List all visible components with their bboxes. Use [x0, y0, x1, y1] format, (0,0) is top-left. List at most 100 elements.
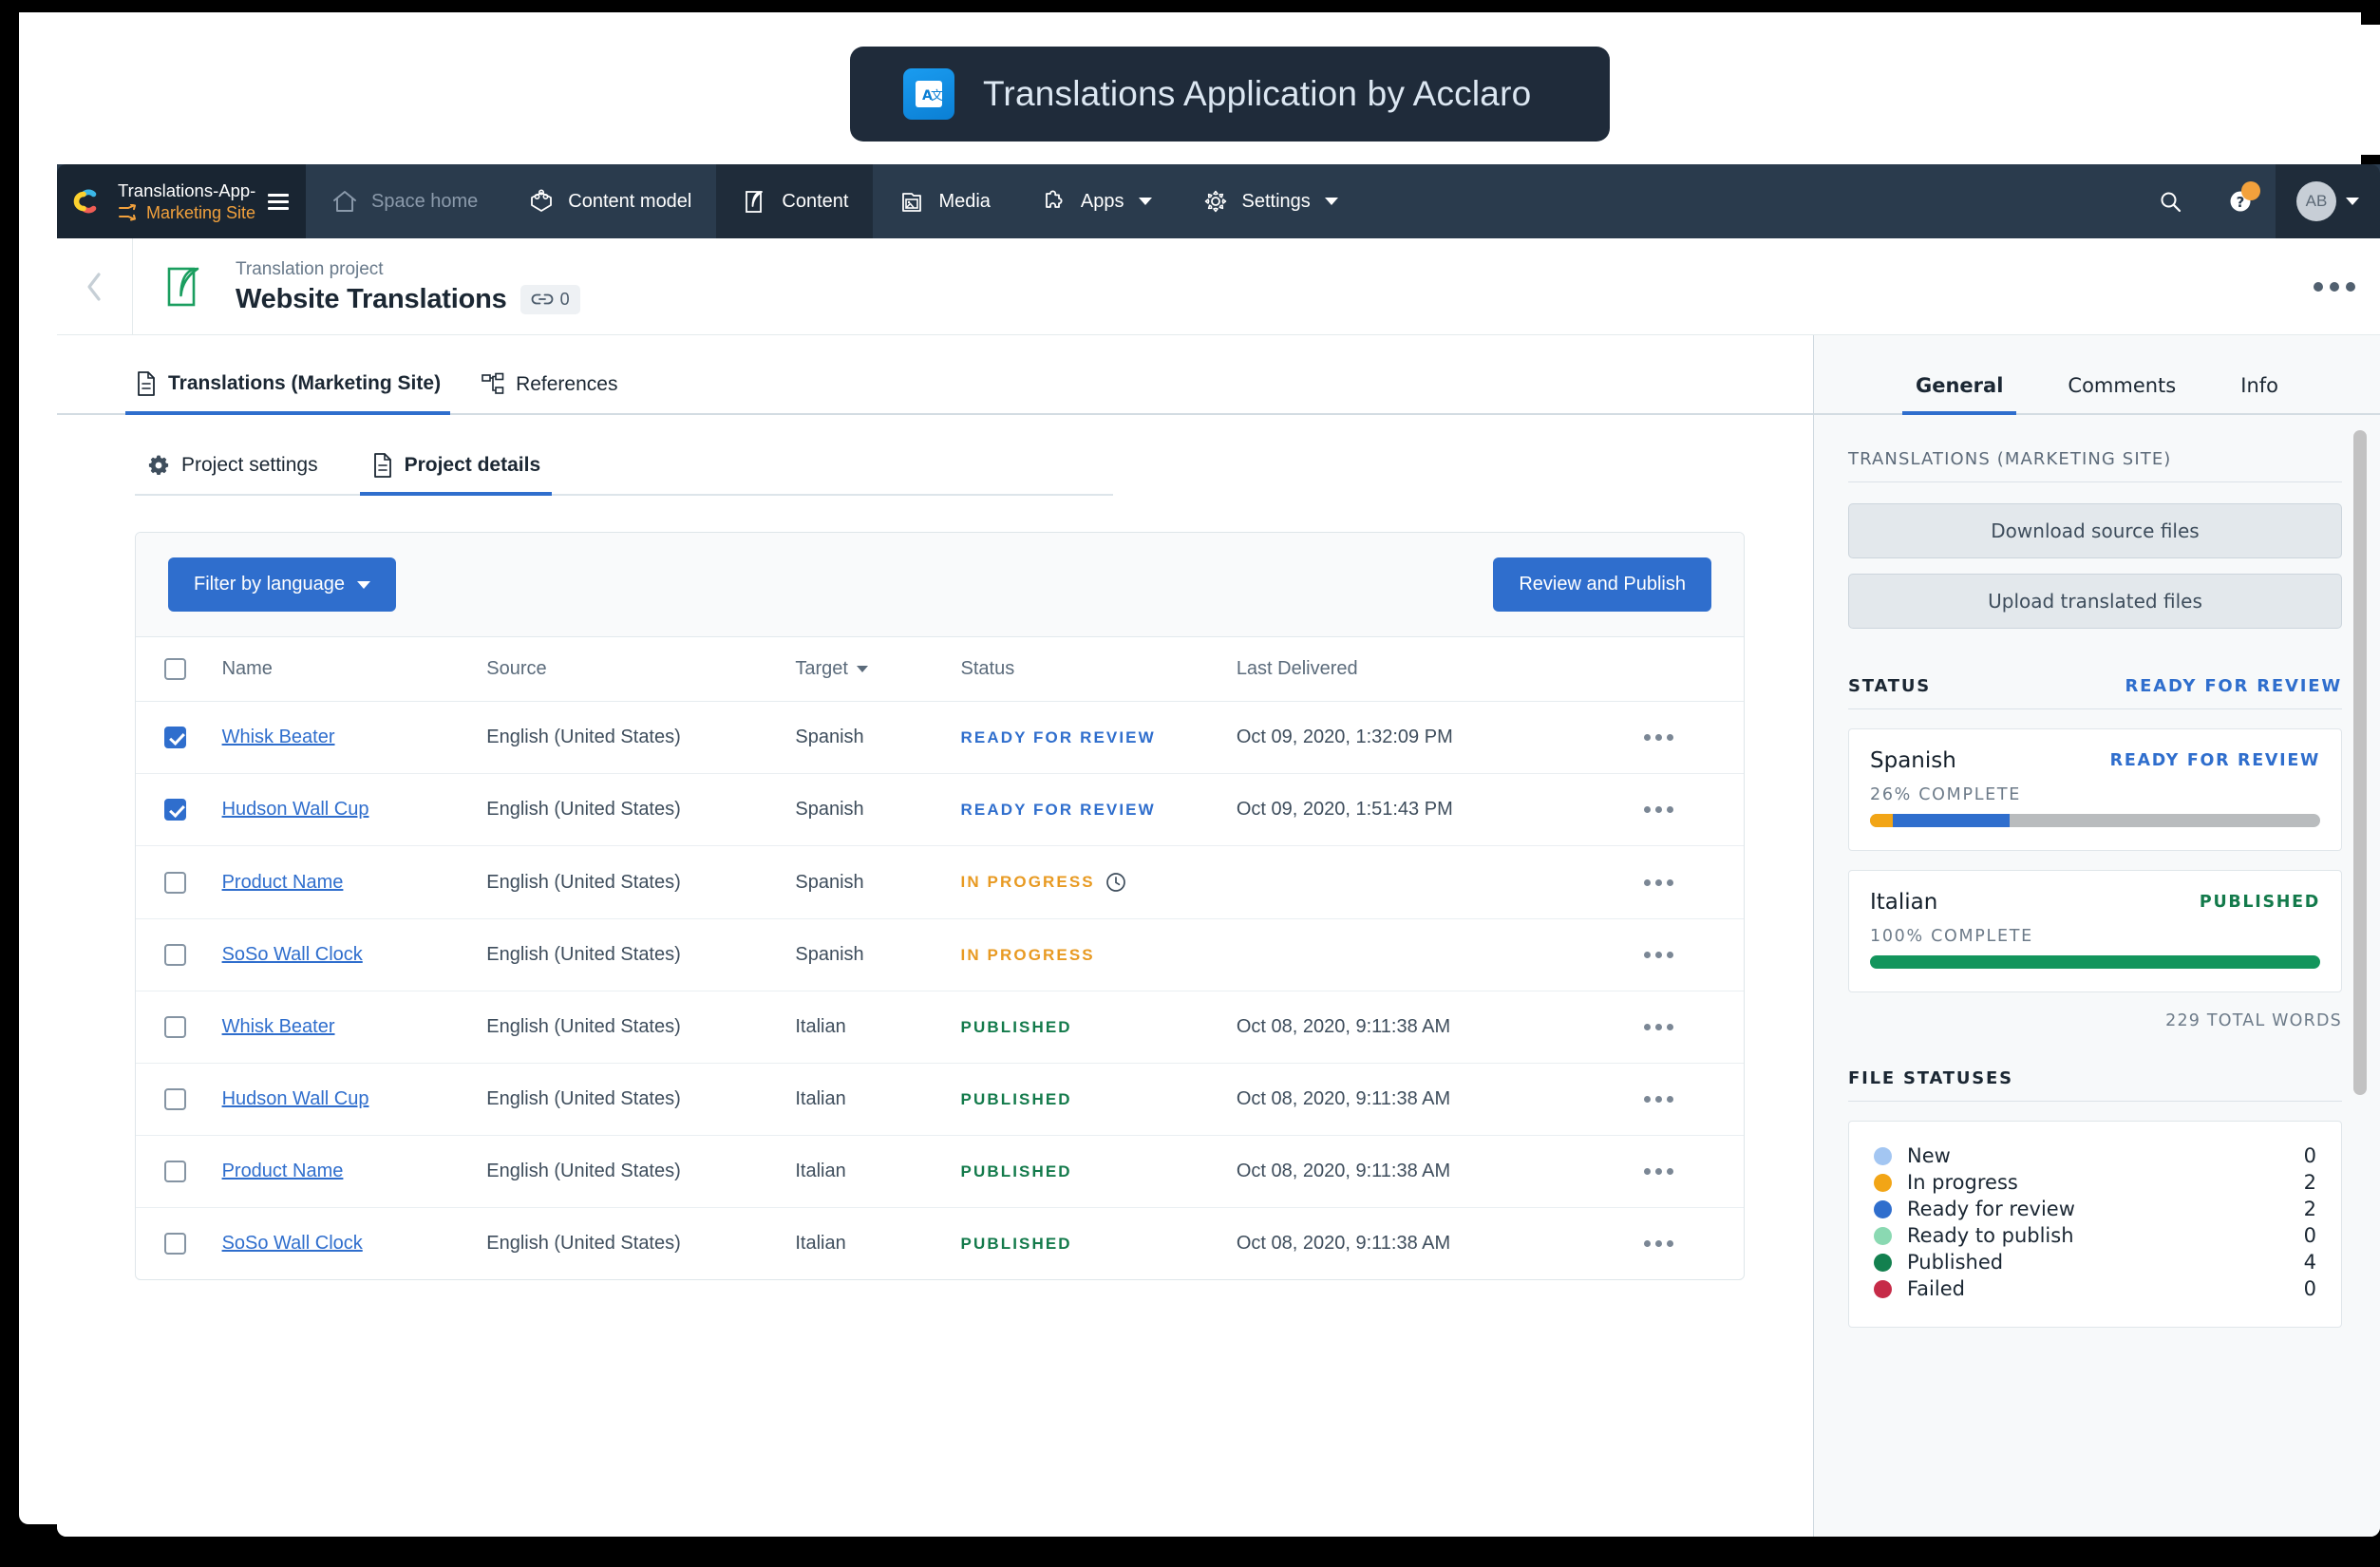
document-icon	[138, 371, 155, 396]
nav-item-settings[interactable]: Settings	[1177, 164, 1363, 238]
sidebar-tabs: General Comments Info	[1814, 335, 2380, 415]
column-header-target-label: Target	[795, 658, 848, 679]
status-color-dot	[1874, 1173, 1892, 1192]
nav-item-content[interactable]: Content	[716, 164, 874, 238]
app-window: Translations-App-Devel... Marketing Site	[57, 164, 2380, 1537]
column-header-name[interactable]: Name	[221, 637, 487, 702]
user-menu[interactable]: AB	[2276, 164, 2380, 238]
search-button[interactable]	[2135, 164, 2205, 238]
references-icon	[482, 372, 504, 394]
select-all-checkbox[interactable]	[164, 658, 186, 680]
sidebar-tab-info[interactable]: Info	[2235, 374, 2284, 413]
tab-translations-marketing-site[interactable]: Translations (Marketing Site)	[125, 370, 451, 415]
hamburger-icon[interactable]	[268, 193, 289, 210]
progress-bar	[1870, 814, 2320, 827]
row-checkbox[interactable]	[164, 727, 186, 748]
file-name-link[interactable]: Product Name	[222, 872, 344, 893]
row-checkbox[interactable]	[164, 799, 186, 821]
column-header-status[interactable]: Status	[960, 637, 1237, 702]
file-name-link[interactable]: SoSo Wall Clock	[222, 1233, 363, 1254]
table-row[interactable]: SoSo Wall Clock English (United States) Sp…	[136, 918, 1744, 991]
tab-references[interactable]: References	[471, 372, 627, 413]
chevron-down-icon	[1324, 198, 1338, 205]
tab-project-details[interactable]: Project details	[359, 452, 553, 496]
nav-item-media[interactable]: Media	[873, 164, 1014, 238]
row-select-cell	[136, 701, 222, 774]
row-checkbox[interactable]	[164, 944, 186, 966]
tab-project-settings[interactable]: Project settings	[135, 452, 330, 494]
table-row[interactable]: Whisk Beater English (United States) Itali…	[136, 991, 1744, 1064]
more-horizontal-icon[interactable]	[1644, 1168, 1744, 1175]
row-select-cell	[136, 918, 222, 991]
review-and-publish-button[interactable]: Review and Publish	[1493, 557, 1711, 612]
table-row[interactable]: SoSo Wall Clock English (United States) It…	[136, 1208, 1744, 1280]
table-row[interactable]: Product Name English (United States) Spani…	[136, 845, 1744, 919]
upload-translated-files-button[interactable]: Upload translated files	[1848, 574, 2342, 629]
table-row[interactable]: Hudson Wall Cup English (United States) It…	[136, 1063, 1744, 1136]
status-badge: IN PROGRESS	[961, 871, 1127, 894]
list-item: Ready for review 2	[1874, 1196, 2316, 1222]
file-name-link[interactable]: Whisk Beater	[222, 727, 335, 747]
nav-item-label: Apps	[1080, 190, 1124, 212]
file-name-link[interactable]: SoSo Wall Clock	[222, 944, 363, 965]
row-actions-cell	[1644, 991, 1744, 1064]
row-checkbox[interactable]	[164, 1016, 186, 1038]
column-header-target[interactable]: Target	[795, 637, 961, 702]
status-badge: IN PROGRESS	[961, 946, 1095, 965]
row-actions-cell	[1644, 701, 1744, 774]
status-count: 4	[2303, 1251, 2316, 1274]
more-horizontal-icon[interactable]	[2289, 281, 2380, 292]
file-name-link[interactable]: Whisk Beater	[222, 1016, 335, 1037]
filter-by-language-button[interactable]: Filter by language	[168, 557, 396, 612]
banner-title: Translations Application by Acclaro	[983, 74, 1532, 113]
more-horizontal-icon[interactable]	[1644, 1096, 1744, 1103]
language-status-card: Spanish READY FOR REVIEW 26% COMPLETE	[1848, 728, 2342, 851]
file-name-link[interactable]: Product Name	[222, 1161, 344, 1181]
entry-header: Translation project Website Translations…	[57, 238, 2380, 335]
language-percent-label: 100% COMPLETE	[1870, 927, 2033, 946]
back-button[interactable]	[57, 238, 133, 334]
nav-item-content-model[interactable]: Content model	[502, 164, 716, 238]
row-checkbox[interactable]	[164, 1161, 186, 1182]
tab-label: Translations (Marketing Site)	[168, 372, 442, 394]
page-title: Website Translations	[236, 283, 507, 314]
row-checkbox[interactable]	[164, 871, 186, 894]
download-source-files-button[interactable]: Download source files	[1848, 503, 2342, 558]
table-row[interactable]: Product Name English (United States) Itali…	[136, 1135, 1744, 1208]
row-checkbox[interactable]	[164, 1233, 186, 1255]
more-horizontal-icon[interactable]	[1644, 734, 1744, 741]
list-item: Failed 0	[1874, 1275, 2316, 1302]
status-label: READY FOR REVIEW	[960, 728, 1156, 746]
more-horizontal-icon[interactable]	[1644, 806, 1744, 813]
row-last-delivered-cell: Oct 08, 2020, 9:11:38 AM	[1236, 1233, 1451, 1254]
link-count-badge[interactable]: 0	[519, 284, 580, 314]
row-name-cell: Whisk Beater	[221, 991, 487, 1064]
gear-icon	[148, 455, 169, 475]
translate-icon: A 文	[903, 68, 954, 120]
sidebar-scrollbar[interactable]	[2353, 430, 2367, 1095]
row-checkbox[interactable]	[164, 1088, 186, 1110]
table-row[interactable]: Hudson Wall Cup English (United States) Sp…	[136, 773, 1744, 846]
table-row[interactable]: Whisk Beater English (United States) Spani…	[136, 701, 1744, 774]
space-selector[interactable]: Translations-App-Devel... Marketing Site	[57, 164, 306, 238]
row-status-cell: PUBLISHED	[960, 991, 1237, 1064]
more-horizontal-icon[interactable]	[1644, 1024, 1744, 1030]
chevron-down-icon	[2346, 198, 2359, 205]
status-count: 0	[2303, 1224, 2316, 1247]
column-header-source[interactable]: Source	[486, 637, 796, 702]
sidebar-tab-general[interactable]: General	[1901, 374, 2017, 415]
sidebar-tab-comments[interactable]: Comments	[2062, 374, 2182, 413]
nav-item-space-home[interactable]: Space home	[306, 164, 502, 238]
file-name-link[interactable]: Hudson Wall Cup	[222, 799, 369, 820]
file-name-link[interactable]: Hudson Wall Cup	[222, 1088, 369, 1109]
status-label: New	[1907, 1144, 1951, 1167]
more-horizontal-icon[interactable]	[1644, 952, 1744, 958]
column-header-last-delivered[interactable]: Last Delivered	[1236, 637, 1645, 702]
more-horizontal-icon[interactable]	[1644, 878, 1744, 886]
more-horizontal-icon[interactable]	[1644, 1240, 1744, 1247]
help-button[interactable]: ?	[2205, 164, 2276, 238]
app-banner: A 文 Translations Application by Acclaro	[850, 47, 1610, 142]
list-item: New 0	[1874, 1142, 2316, 1169]
row-status-cell: PUBLISHED	[961, 1208, 1237, 1280]
nav-item-apps[interactable]: Apps	[1015, 164, 1177, 238]
